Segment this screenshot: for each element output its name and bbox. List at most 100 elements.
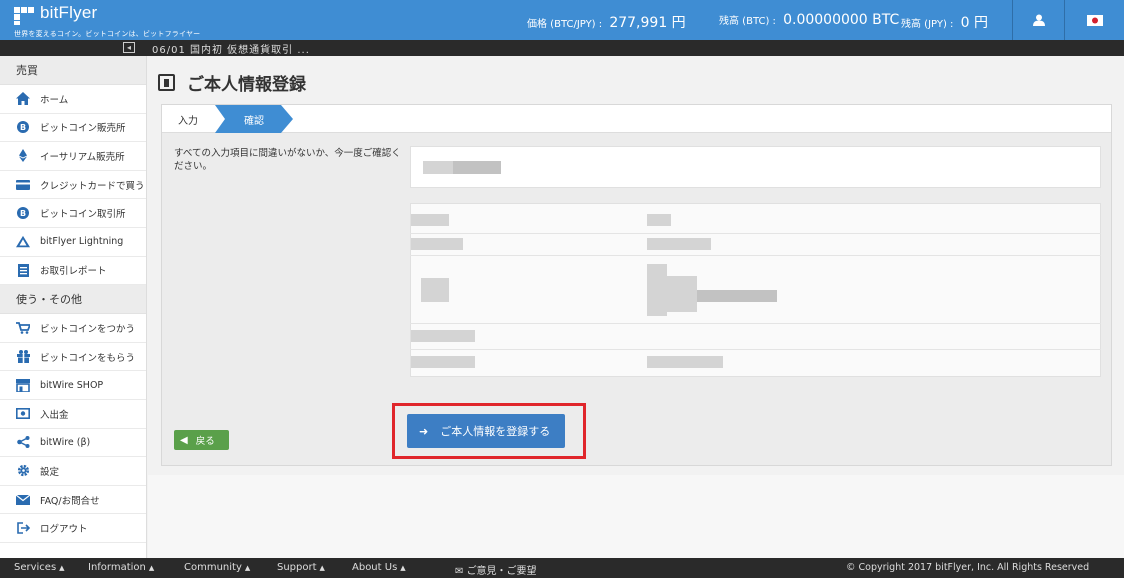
top-header: bitFlyer 世界を変えるコイン。ビットコインは、ビットフライヤー 価格 (… <box>0 0 1124 40</box>
footer-information[interactable]: Information ▲ <box>88 562 154 573</box>
details-table <box>410 203 1101 377</box>
redacted-label <box>411 330 475 342</box>
sidebar-item-bitcoin-store[interactable]: B ビットコイン販売所 <box>0 114 146 143</box>
redacted-value <box>423 161 453 174</box>
sidebar-item-bitwire-shop[interactable]: bitWire SHOP <box>0 371 146 400</box>
caret-up-icon: ▲ <box>319 564 325 572</box>
sidebar-item-get-bitcoin[interactable]: ビットコインをもらう <box>0 343 146 372</box>
sidebar: 売買 ホーム B ビットコイン販売所 イーサリアム販売所 クレジットカードで買う… <box>0 56 147 558</box>
report-icon <box>16 263 30 277</box>
sidebar-item-label: お取引レポート <box>40 266 107 278</box>
register-submit-button[interactable]: ➜ ご本人情報を登録する <box>407 414 565 448</box>
lightning-triangle-icon <box>16 235 30 249</box>
sidebar-item-lightning[interactable]: bitFlyer Lightning <box>0 228 146 257</box>
arrow-left-icon: ◀ <box>180 434 188 446</box>
svg-text:B: B <box>20 209 26 218</box>
footer-feedback-label: ご意見・ご要望 <box>466 566 537 577</box>
sidebar-item-label: FAQ/お問合せ <box>40 495 100 507</box>
logout-icon <box>16 521 30 535</box>
share-icon <box>16 435 30 449</box>
row-divider <box>410 323 1101 324</box>
row-divider <box>410 233 1101 234</box>
japan-flag-icon <box>1086 14 1103 26</box>
content-below-card <box>148 475 1124 558</box>
redacted-label <box>421 278 449 302</box>
jpy-balance: 残高 (JPY) : 0 円 <box>901 12 988 32</box>
redacted-value <box>647 356 723 368</box>
btc-price: 価格 (BTC/JPY) : 277,991 円 <box>527 12 686 32</box>
sidebar-item-label: イーサリアム販売所 <box>40 151 125 163</box>
sidebar-item-bitcoin-exchange[interactable]: B ビットコイン取引所 <box>0 199 146 228</box>
footer-support[interactable]: Support ▲ <box>277 562 325 573</box>
bitcoin-icon: B <box>16 206 30 220</box>
back-button[interactable]: ◀ 戻る <box>174 430 229 450</box>
redacted-label <box>411 214 449 226</box>
sidebar-item-label: ビットコインをつかう <box>40 323 136 335</box>
row-divider <box>410 255 1101 256</box>
redacted-value <box>697 290 777 302</box>
registration-confirm-card: 入力 確認 すべての入力項目に間違いがないか、今一度ご確認ください。 ◀ 戻る … <box>161 104 1112 466</box>
footer-about-label: About Us <box>352 562 398 573</box>
sidebar-item-faq[interactable]: FAQ/お問合せ <box>0 486 146 515</box>
caret-up-icon: ▲ <box>148 564 155 572</box>
jpy-balance-value: 0 円 <box>960 15 988 31</box>
back-button-label: 戻る <box>195 436 215 447</box>
caret-up-icon: ▲ <box>59 564 65 572</box>
sidebar-item-logout[interactable]: ログアウト <box>0 514 146 543</box>
sidebar-item-ethereum-store[interactable]: イーサリアム販売所 <box>0 142 146 171</box>
sidebar-item-deposit-withdraw[interactable]: 入出金 <box>0 400 146 429</box>
sidebar-toggle-button[interactable]: ◂ <box>123 42 135 53</box>
account-button[interactable] <box>1012 0 1064 40</box>
ticker-text[interactable]: 06/01 国内初 仮想通貨取引 ... <box>152 41 310 56</box>
footer-feedback[interactable]: ✉ ご意見・ご要望 <box>455 562 537 577</box>
footer-services[interactable]: Services ▲ <box>14 562 65 573</box>
sidebar-item-label: ホーム <box>40 94 69 106</box>
credit-card-icon <box>16 178 30 192</box>
sidebar-item-credit-card[interactable]: クレジットカードで買う <box>0 171 146 200</box>
btc-balance: 残高 (BTC) : 0.00000000 BTC <box>719 12 899 28</box>
sidebar-item-label: 設定 <box>40 466 60 478</box>
btc-balance-value: 0.00000000 BTC <box>783 12 900 28</box>
footer-services-label: Services <box>14 562 57 573</box>
instructions-text: すべての入力項目に間違いがないか、今一度ご確認ください。 <box>174 148 401 172</box>
logo-text: bitFlyer <box>40 3 98 22</box>
sidebar-item-label: ビットコイン取引所 <box>40 209 126 221</box>
redacted-value <box>647 238 711 250</box>
sidebar-item-label: ビットコインをもらう <box>40 352 136 364</box>
footer: Services ▲ Information ▲ Community ▲ Suppor… <box>0 558 1124 578</box>
submit-button-label: ご本人情報を登録する <box>440 425 551 438</box>
footer-about[interactable]: About Us ▲ <box>352 562 406 573</box>
shop-icon <box>16 378 30 392</box>
row-divider <box>410 349 1101 350</box>
redacted-value <box>647 264 667 316</box>
wallet-icon <box>16 407 30 421</box>
svg-text:B: B <box>20 123 26 132</box>
footer-community-label: Community <box>184 562 242 573</box>
id-card-icon <box>158 74 175 91</box>
footer-community[interactable]: Community ▲ <box>184 562 250 573</box>
redacted-label <box>411 356 475 368</box>
sidebar-item-bitwire[interactable]: bitWire (β) <box>0 429 146 458</box>
user-icon <box>1032 14 1045 26</box>
redacted-value <box>453 161 501 174</box>
name-field-box <box>410 146 1101 188</box>
shopping-cart-icon <box>16 321 30 335</box>
sidebar-item-settings[interactable]: 設定 <box>0 457 146 486</box>
sidebar-item-label: 入出金 <box>40 409 69 421</box>
sidebar-item-home[interactable]: ホーム <box>0 85 146 114</box>
gift-icon <box>16 350 30 364</box>
language-button[interactable] <box>1064 0 1124 40</box>
sidebar-item-trade-report[interactable]: お取引レポート <box>0 257 146 286</box>
news-ticker: ◂ 06/01 国内初 仮想通貨取引 ... <box>0 40 1124 56</box>
footer-support-label: Support <box>277 562 317 573</box>
mail-icon <box>16 493 30 507</box>
redacted-value <box>647 214 671 226</box>
sidebar-item-label: bitWire (β) <box>40 436 91 448</box>
arrow-right-icon: ➜ <box>419 424 429 438</box>
sidebar-item-label: bitFlyer Lightning <box>40 236 124 248</box>
sidebar-item-use-bitcoin[interactable]: ビットコインをつかう <box>0 314 146 343</box>
price-value: 277,991 円 <box>609 15 686 31</box>
home-icon <box>16 92 30 106</box>
btc-balance-label: 残高 (BTC) : <box>719 16 776 27</box>
sidebar-item-label: bitWire SHOP <box>40 379 104 391</box>
